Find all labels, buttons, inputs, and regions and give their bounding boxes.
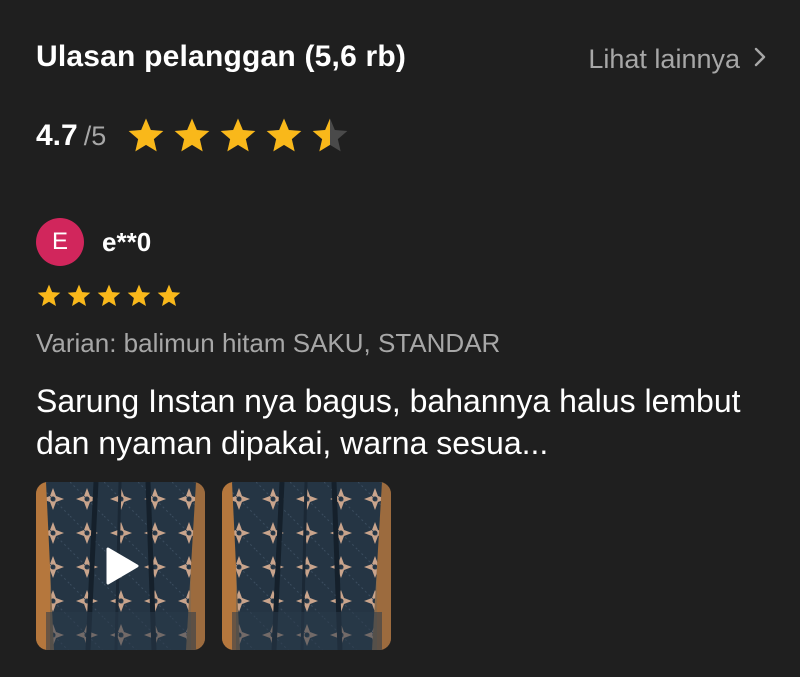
see-more-link[interactable]: Lihat lainnya (588, 44, 766, 75)
reviews-header: Ulasan pelanggan (5,6 rb) Lihat lainnya (36, 40, 766, 84)
star-icon (174, 118, 210, 152)
reviewer: E e**0 (36, 218, 151, 266)
review-stars (36, 283, 182, 309)
see-more-label: Lihat lainnya (588, 44, 740, 74)
star-icon (97, 284, 121, 306)
star-icon (157, 284, 181, 306)
reviewer-name: e**0 (102, 226, 152, 257)
review-photo-thumbnail[interactable] (222, 482, 391, 650)
review-media (36, 482, 391, 650)
review-text[interactable]: Sarung Instan nya bagus, bahannya halus … (36, 380, 756, 464)
overall-stars (126, 116, 350, 156)
review-video-thumbnail[interactable] (36, 482, 205, 650)
star-icon (67, 284, 91, 306)
chevron-right-icon (754, 47, 766, 72)
star-icon (37, 284, 61, 306)
play-icon (106, 547, 139, 585)
avatar: E (36, 218, 84, 266)
star-icon (128, 118, 164, 152)
star-icon (220, 118, 256, 152)
overall-rating: 4.7 /5 (36, 116, 350, 156)
review-variant: Varian: balimun hitam SAKU, STANDAR (36, 328, 501, 358)
rating-value: 4.7 (36, 119, 78, 152)
star-icon (312, 118, 348, 152)
star-icon (127, 284, 151, 306)
reviews-title: Ulasan pelanggan (5,6 rb) (36, 40, 407, 73)
star-icon (266, 118, 302, 152)
rating-max: /5 (83, 120, 107, 151)
